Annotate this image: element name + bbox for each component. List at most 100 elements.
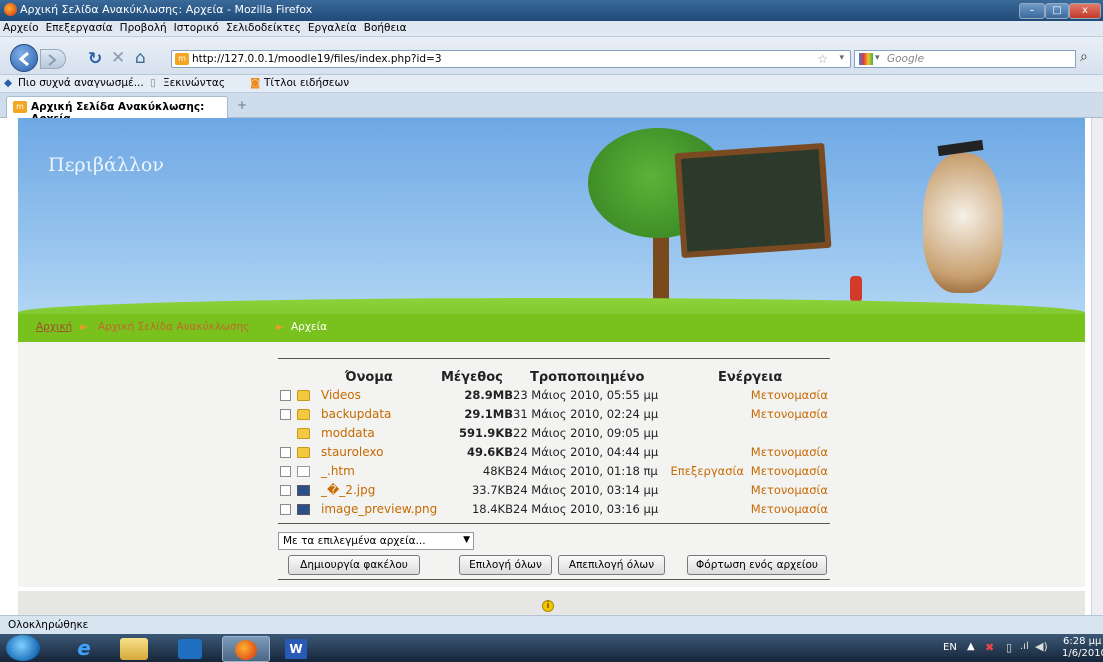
word-icon: W bbox=[285, 639, 307, 659]
file-date: 23 Μάιος 2010, 05:55 μμ bbox=[513, 388, 659, 402]
star-icon[interactable]: ☆ bbox=[817, 52, 828, 66]
selected-files-dropdown[interactable]: Με τα επιλεγμένα αρχεία... ▼ bbox=[278, 532, 474, 550]
clock-time[interactable]: 6:28 μμ bbox=[1063, 636, 1101, 647]
explorer-folder-icon[interactable] bbox=[120, 638, 148, 660]
search-placeholder: Google bbox=[887, 53, 925, 65]
tray-expand-icon[interactable]: ▲ bbox=[967, 641, 975, 652]
row-checkbox[interactable] bbox=[280, 504, 291, 515]
deselect-all-button[interactable]: Απεπιλογή όλων bbox=[558, 555, 665, 575]
row-checkbox[interactable] bbox=[280, 447, 291, 458]
windows-taskbar: e W EN ▲ ✖ ▯ .ıl ◀) 6:28 μμ 1/6/2010 bbox=[0, 634, 1103, 662]
breadcrumb-home[interactable]: Αρχική bbox=[36, 321, 72, 333]
minimize-button[interactable]: – bbox=[1019, 3, 1045, 19]
close-button[interactable]: x bbox=[1069, 3, 1101, 19]
row-checkbox[interactable] bbox=[280, 409, 291, 420]
forward-button[interactable] bbox=[40, 49, 66, 69]
new-tab-button[interactable]: + bbox=[233, 98, 251, 114]
tab-active[interactable]: m Αρχική Σελίδα Ανακύκλωσης: Αρχεία bbox=[6, 96, 228, 125]
tab-bar: m Αρχική Σελίδα Ανακύκλωσης: Αρχεία + bbox=[0, 93, 1103, 125]
window-titlebar: Αρχική Σελίδα Ανακύκλωσης: Αρχεία - Mozi… bbox=[0, 0, 1103, 21]
menu-file[interactable]: Αρχείο bbox=[0, 21, 43, 34]
language-indicator[interactable]: EN bbox=[943, 642, 957, 653]
file-date: 24 Μάιος 2010, 04:44 μμ bbox=[513, 445, 659, 459]
file-name-link[interactable]: _.htm bbox=[321, 464, 355, 478]
select-all-button[interactable]: Επιλογή όλων bbox=[459, 555, 552, 575]
column-header-size[interactable]: Μέγεθος bbox=[441, 370, 503, 385]
url-bar[interactable]: m http://127.0.0.1/moodle19/files/index.… bbox=[171, 50, 851, 68]
google-icon bbox=[859, 53, 873, 65]
menu-bar: Αρχείο Επεξεργασία Προβολή Ιστορικό Σελιδοδε… bbox=[0, 21, 1103, 37]
rss-icon: ◙ bbox=[250, 77, 261, 89]
bookmark-news[interactable]: Τίτλοι ειδήσεων bbox=[264, 77, 349, 89]
rename-link[interactable]: Μετονομασία bbox=[751, 502, 828, 516]
menu-view[interactable]: Προβολή bbox=[117, 21, 171, 34]
navigation-toolbar: ↻ ✕ ⌂ m http://127.0.0.1/moodle19/files/… bbox=[0, 37, 1103, 75]
firefox-taskbar-button[interactable] bbox=[222, 636, 270, 662]
rename-link[interactable]: Μετονομασία bbox=[751, 445, 828, 459]
most-visited-icon: ◆ bbox=[4, 77, 13, 89]
stop-icon[interactable]: ✕ bbox=[111, 48, 125, 68]
info-icon[interactable]: i bbox=[542, 600, 554, 612]
menu-tools[interactable]: Εργαλεία bbox=[305, 21, 361, 34]
image-file-icon bbox=[297, 504, 310, 515]
page-viewport: Περιβάλλον Αρχική ► Αρχική Σελίδα Ανακύκ… bbox=[0, 118, 1103, 615]
file-name-link[interactable]: moddata bbox=[321, 426, 375, 440]
breadcrumb-course[interactable]: Αρχική Σελίδα Ανακύκλωσης bbox=[98, 321, 249, 333]
upload-file-button[interactable]: Φόρτωση ενός αρχείου bbox=[687, 555, 827, 575]
word-taskbar-button[interactable]: W bbox=[276, 636, 316, 662]
breadcrumb-current: Αρχεία bbox=[291, 321, 328, 333]
firefox-icon bbox=[235, 640, 257, 660]
folder-icon bbox=[297, 390, 310, 401]
file-name-link[interactable]: _�_2.jpg bbox=[321, 483, 375, 497]
rename-link[interactable]: Μετονομασία bbox=[751, 464, 828, 478]
start-button[interactable] bbox=[6, 635, 40, 661]
table-row: Videos 28.9MB 23 Μάιος 2010, 05:55 μμ Με… bbox=[280, 386, 830, 405]
network-warning-icon[interactable]: ✖ bbox=[985, 641, 994, 654]
table-row: image_preview.png 18.4KB 24 Μάιος 2010, … bbox=[280, 500, 830, 519]
search-go-icon[interactable]: ⌕ bbox=[1080, 49, 1088, 65]
url-dropdown-icon[interactable]: ▾ bbox=[839, 53, 844, 63]
column-header-name[interactable]: Όνομα bbox=[345, 370, 393, 385]
battery-icon[interactable]: ▯ bbox=[1006, 641, 1012, 654]
file-date: 24 Μάιος 2010, 03:14 μμ bbox=[513, 483, 659, 497]
rename-link[interactable]: Μετονομασία bbox=[751, 483, 828, 497]
maximize-button[interactable]: □ bbox=[1045, 3, 1069, 19]
back-button[interactable] bbox=[10, 44, 38, 72]
clock-date[interactable]: 1/6/2010 bbox=[1062, 648, 1103, 659]
row-checkbox[interactable] bbox=[280, 485, 291, 496]
vertical-scrollbar[interactable] bbox=[1091, 118, 1103, 615]
bookmarks-bar: ◆ Πιο συχνά αναγνωσμέ... ▯ Ξεκινώντας ◙ … bbox=[0, 75, 1103, 93]
file-name-link[interactable]: Videos bbox=[321, 388, 361, 402]
menu-history[interactable]: Ιστορικό bbox=[171, 21, 223, 34]
home-icon[interactable]: ⌂ bbox=[135, 48, 146, 68]
file-date: 31 Μάιος 2010, 02:24 μμ bbox=[513, 407, 659, 421]
file-name-link[interactable]: image_preview.png bbox=[321, 502, 437, 516]
menu-help[interactable]: Βοήθεια bbox=[361, 21, 411, 34]
signal-icon[interactable]: .ıl bbox=[1020, 641, 1029, 652]
create-folder-button[interactable]: Δημιουργία φακέλου bbox=[288, 555, 420, 575]
dropdown-chevron-icon: ▼ bbox=[463, 535, 470, 545]
forward-arrow-icon bbox=[48, 54, 57, 66]
bookmark-most-visited[interactable]: Πιο συχνά αναγνωσμέ... bbox=[18, 77, 144, 89]
file-size: 18.4KB bbox=[471, 502, 513, 516]
rename-link[interactable]: Μετονομασία bbox=[751, 407, 828, 421]
row-checkbox[interactable] bbox=[280, 466, 291, 477]
internet-explorer-icon[interactable]: e bbox=[66, 636, 102, 662]
column-header-modified[interactable]: Τροποποιημένο bbox=[530, 370, 644, 385]
status-text: Ολοκληρώθηκε bbox=[8, 619, 89, 631]
menu-bookmarks[interactable]: Σελιδοδείκτες bbox=[223, 21, 305, 34]
chalkboard-illustration bbox=[674, 142, 832, 259]
table-row: _.htm 48KB 24 Μάιος 2010, 01:18 πμ Επεξε… bbox=[280, 462, 830, 481]
volume-icon[interactable]: ◀) bbox=[1035, 640, 1048, 653]
bookmark-getting-started[interactable]: Ξεκινώντας bbox=[163, 77, 225, 89]
edit-link[interactable]: Επεξεργασία bbox=[671, 464, 744, 478]
row-checkbox[interactable] bbox=[280, 390, 291, 401]
media-player-icon[interactable] bbox=[178, 639, 202, 659]
file-name-link[interactable]: backupdata bbox=[321, 407, 391, 421]
rename-link[interactable]: Μετονομασία bbox=[751, 388, 828, 402]
reload-icon[interactable]: ↻ bbox=[88, 49, 102, 69]
search-engine-dropdown-icon[interactable]: ▾ bbox=[875, 53, 880, 63]
file-name-link[interactable]: staurolexo bbox=[321, 445, 384, 459]
menu-edit[interactable]: Επεξεργασία bbox=[43, 21, 117, 34]
search-box[interactable]: ▾ Google bbox=[854, 50, 1076, 68]
